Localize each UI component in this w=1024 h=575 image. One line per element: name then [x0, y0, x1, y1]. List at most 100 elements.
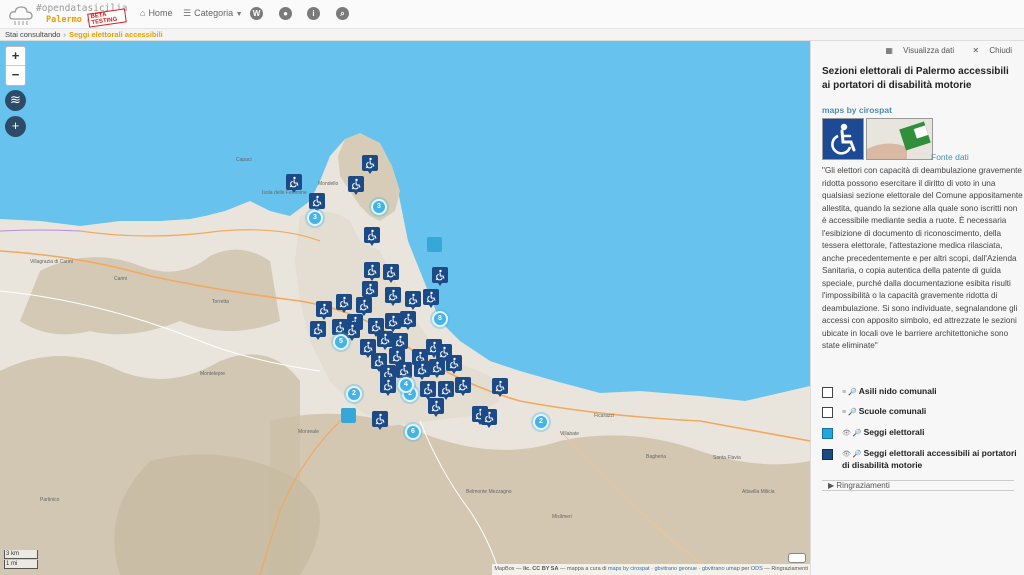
accessible-seggio-pin[interactable] — [432, 267, 448, 286]
thanks-toggle[interactable]: ▶ Ringraziamenti — [822, 480, 1014, 491]
accessible-seggio-pin[interactable] — [383, 264, 399, 283]
caret-down-icon: ▼ — [235, 11, 243, 18]
maps-by-link[interactable]: maps by cirospat — [822, 105, 892, 115]
attrib-ods-link[interactable]: ODS — [751, 566, 763, 572]
place-label: Misilmeri — [552, 514, 572, 520]
accessible-seggio-pin[interactable] — [309, 193, 325, 212]
panel-toolbar: ▦ Visualizza dati ✕ Chiudi — [869, 46, 1012, 55]
place-label: Villabate — [560, 431, 580, 437]
zoom-in-button[interactable]: + — [6, 47, 25, 66]
site-logo[interactable]: #opendatasicilia Palermo Hub BETA TESTIN… — [8, 2, 128, 28]
cluster-marker[interactable]: 6 — [405, 424, 421, 440]
attrib-author-link[interactable]: maps by cirospat — [608, 566, 650, 572]
place-label: Belmonte Mezzagno — [466, 489, 512, 495]
accessible-seggio-pin[interactable] — [348, 176, 364, 195]
layer-label: Scuole comunali — [858, 406, 927, 416]
place-label: Mondello — [318, 181, 339, 187]
accessible-seggio-pin[interactable] — [446, 355, 462, 374]
cluster-marker[interactable]: 4 — [398, 377, 414, 393]
accessible-seggio-pin[interactable] — [377, 331, 393, 350]
accessible-seggio-pin[interactable] — [481, 409, 497, 428]
layer-label: Seggi elettorali — [863, 427, 925, 437]
attrib-link[interactable]: gbvitrano geonue — [654, 566, 697, 572]
panel-description: "Gli elettori con capacità di deambulazi… — [822, 166, 1023, 350]
school-marker[interactable] — [341, 408, 356, 423]
thanks-label: Ringraziamenti — [836, 481, 890, 490]
zoom-control: + − — [5, 46, 26, 86]
home-icon: ⌂ — [140, 8, 146, 18]
zoom-out-button[interactable]: − — [6, 66, 25, 85]
accessible-seggio-pin[interactable] — [438, 381, 454, 400]
accessible-seggio-pin[interactable] — [372, 411, 388, 430]
wordpress-icon[interactable]: W — [250, 7, 263, 20]
more-controls-button[interactable]: + — [5, 116, 26, 137]
info-icon[interactable]: i — [307, 7, 320, 20]
breadcrumb: Stai consultando › Seggi elettorali access… — [0, 29, 1024, 41]
view-data-button[interactable]: ▦ Visualizza dati — [877, 46, 954, 55]
layers-icon[interactable]: ≋ — [5, 90, 26, 111]
accessible-seggio-pin[interactable] — [429, 359, 445, 378]
map-view[interactable]: Capaci Isola delle Femmine Carini Villag… — [0, 41, 810, 575]
github-icon[interactable]: ● — [279, 7, 292, 20]
map-basemap[interactable] — [0, 41, 810, 575]
cluster-marker[interactable]: 2 — [533, 414, 549, 430]
cluster-marker[interactable]: 5 — [333, 334, 349, 350]
accessible-seggio-pin[interactable] — [362, 155, 378, 174]
accessible-seggio-pin[interactable] — [455, 377, 471, 396]
accessible-seggio-pin[interactable] — [286, 174, 302, 193]
accessible-seggio-pin[interactable] — [380, 377, 396, 396]
attrib-thanks[interactable]: Ringraziamenti — [771, 566, 808, 572]
layer-icons: ≡ 🔎 — [842, 409, 857, 416]
map-scale: 3 km 1 mi — [4, 549, 38, 569]
layer-checkbox[interactable] — [822, 428, 833, 439]
nav-home-label: Home — [148, 8, 173, 18]
breadcrumb-current[interactable]: Seggi elettorali accessibili — [69, 30, 163, 39]
accessible-seggio-pin[interactable] — [400, 311, 416, 330]
search-icon[interactable]: ⌕ — [336, 7, 349, 20]
attrib-link[interactable]: gbvitrano umap — [702, 566, 740, 572]
minimap-icon[interactable] — [788, 553, 806, 563]
layer-icons: ≡ 🔎 — [842, 389, 857, 396]
accessible-seggio-pin[interactable] — [414, 361, 430, 380]
accessible-seggio-pin[interactable] — [385, 313, 401, 332]
accessible-seggio-pin[interactable] — [423, 289, 439, 308]
place-label: Villagrazia di Carini — [30, 259, 73, 265]
accessible-seggio-pin[interactable] — [310, 321, 326, 340]
accessible-seggio-pin[interactable] — [396, 362, 412, 381]
place-label: Ficarazzi — [594, 413, 615, 419]
accessible-seggio-pin[interactable] — [362, 281, 378, 300]
layer-label: Asili nido comunali — [858, 386, 937, 396]
cluster-marker[interactable]: 3 — [307, 210, 323, 226]
cloud-logo-icon — [9, 6, 33, 25]
attrib-provider[interactable]: MapBox — [494, 566, 514, 572]
layer-checkbox[interactable] — [822, 449, 833, 460]
cluster-marker[interactable]: 3 — [371, 199, 387, 215]
place-label: Altavilla Milicia — [742, 489, 775, 495]
accessible-seggio-pin[interactable] — [428, 398, 444, 417]
school-marker[interactable] — [427, 237, 442, 252]
close-label: Chiudi — [989, 46, 1012, 55]
accessible-seggio-pin[interactable] — [364, 262, 380, 281]
accessible-seggio-pin[interactable] — [420, 381, 436, 400]
layer-icons: 👁 🔎 — [842, 430, 862, 437]
attrib-sep: · — [651, 566, 653, 572]
cluster-marker[interactable]: 8 — [432, 311, 448, 327]
close-button[interactable]: ✕ Chiudi — [964, 46, 1012, 55]
chevron-right-icon: › — [63, 30, 66, 39]
accessible-seggio-pin[interactable] — [356, 297, 372, 316]
nav-home[interactable]: ⌂ Home — [140, 8, 172, 18]
attrib-credit: mappa a cura di — [567, 566, 607, 572]
accessible-seggio-pin[interactable] — [405, 291, 421, 310]
fonte-dati-link[interactable]: Fonte dati — [931, 152, 969, 162]
cluster-marker[interactable]: 2 — [346, 386, 362, 402]
accessible-seggio-pin[interactable] — [392, 333, 408, 352]
accessible-seggio-pin[interactable] — [492, 378, 508, 397]
accessible-seggio-pin[interactable] — [385, 287, 401, 306]
accessible-seggio-pin[interactable] — [316, 301, 332, 320]
place-label: Torretta — [212, 299, 229, 305]
layer-checkbox[interactable] — [822, 407, 833, 418]
nav-category-dropdown[interactable]: ☰ Categoria ▼ — [183, 8, 243, 19]
layer-checkbox[interactable] — [822, 387, 833, 398]
accessible-seggio-pin[interactable] — [336, 294, 352, 313]
accessible-seggio-pin[interactable] — [364, 227, 380, 246]
